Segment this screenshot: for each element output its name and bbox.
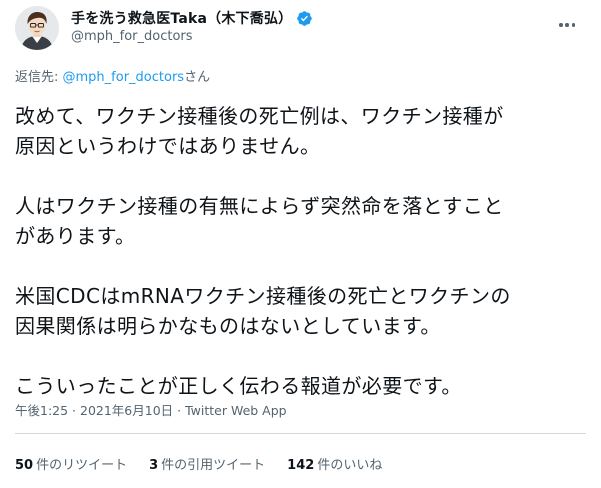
retweets-label: 件のリツイート (36, 458, 128, 473)
tweet-source-link[interactable]: Twitter Web App (185, 403, 287, 418)
tweet-meta: 午後1:25 · 2021年6月10日 · Twitter Web App (15, 400, 287, 419)
verified-badge-icon (297, 10, 313, 26)
quotes-count: 3 (149, 458, 159, 473)
tweet-line: 人はワクチン接種の有無によらず突然命を落とすこと (15, 194, 504, 218)
tweet-text: 改めて、ワクチン接種後の死亡例は、ワクチン接種が 原因というわけではありません。… (15, 101, 590, 401)
divider (15, 433, 586, 434)
tweet-time[interactable]: 午後1:25 (15, 403, 68, 418)
quotes-label: 件の引用ツイート (161, 458, 266, 473)
name-row: 手を洗う救急医Taka（木下喬弘） (71, 8, 313, 28)
reply-context: 返信先: @mph_for_doctorsさん (15, 66, 210, 85)
tweet-line: があります。 (15, 224, 136, 248)
more-horizontal-icon (565, 23, 570, 27)
quotes-stat-link[interactable]: 3 件の引用ツイート (149, 454, 265, 473)
tweet-line: 原因というわけではありません。 (15, 134, 321, 158)
reply-mention-link[interactable]: @mph_for_doctors (63, 70, 185, 85)
tweet-stats: 50 件のリツイート 3 件の引用ツイート 142 件のいいね (15, 454, 404, 473)
more-horizontal-icon (571, 23, 576, 27)
likes-stat-link[interactable]: 142 件のいいね (287, 454, 382, 473)
retweets-stat-link[interactable]: 50 件のリツイート (15, 454, 127, 473)
meta-separator: · (68, 403, 80, 418)
retweets-count: 50 (15, 458, 34, 473)
tweet-line: 因果関係は明らかなものはないとしています。 (15, 314, 441, 338)
tweet-line: 改めて、ワクチン接種後の死亡例は、ワクチン接種が (15, 104, 504, 128)
person-avatar-icon (15, 6, 59, 50)
likes-label: 件のいいね (317, 458, 383, 473)
tweet-line: こういったことが正しく伝わる報道が必要です。 (15, 374, 462, 398)
meta-separator: · (173, 403, 186, 418)
tweet-date[interactable]: 2021年6月10日 (80, 403, 173, 418)
tweet-line: 米国CDCはmRNAワクチン接種後の死亡とワクチンの (15, 284, 511, 308)
more-options-button[interactable] (558, 12, 582, 27)
display-name[interactable]: 手を洗う救急医Taka（木下喬弘） (71, 8, 292, 28)
tweet-header: 手を洗う救急医Taka（木下喬弘） @mph_for_doctors (15, 6, 586, 50)
avatar[interactable] (15, 6, 59, 50)
more-horizontal-icon (559, 23, 563, 27)
reply-prefix: 返信先: (15, 70, 63, 85)
reply-suffix: さん (184, 70, 211, 85)
handle[interactable]: @mph_for_doctors (71, 29, 193, 44)
likes-count: 142 (287, 458, 315, 473)
